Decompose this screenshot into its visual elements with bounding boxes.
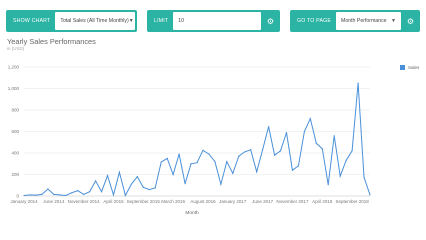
sales-data-point xyxy=(112,194,115,196)
sales-data-point xyxy=(279,150,282,152)
x-tick-label: June 2017 xyxy=(252,199,274,204)
sales-data-point xyxy=(166,157,168,159)
sales-data-point xyxy=(53,193,55,195)
legend-label: Sales xyxy=(408,65,420,70)
sales-data-point xyxy=(339,175,341,177)
sales-data-point xyxy=(172,173,174,176)
sales-data-point xyxy=(297,165,300,167)
sales-series-line xyxy=(23,83,371,197)
sales-data-point xyxy=(315,142,317,144)
sales-data-point xyxy=(256,171,258,173)
sales-data-point xyxy=(136,176,138,178)
x-tick-label: January 2014 xyxy=(10,199,38,204)
y-tick-label: 1,200 xyxy=(8,65,20,70)
chart-legend[interactable]: Sales xyxy=(400,65,419,70)
x-tick-label: September 2015 xyxy=(127,199,161,204)
y-tick-label: 1,000 xyxy=(8,86,20,91)
sales-data-point xyxy=(23,194,25,197)
sales-data-point xyxy=(35,194,37,196)
sales-data-point xyxy=(29,194,31,196)
sales-data-point xyxy=(148,188,150,191)
sales-data-point xyxy=(65,194,67,197)
sales-data-point xyxy=(124,194,127,197)
sales-data-point xyxy=(47,188,49,190)
x-tick-label: November 2014 xyxy=(68,199,101,204)
y-tick-label: 800 xyxy=(11,108,19,113)
sales-data-point xyxy=(309,118,311,120)
sales-data-point xyxy=(333,135,335,137)
sales-data-point xyxy=(83,193,85,195)
sales-data-point xyxy=(106,174,109,177)
sales-data-point xyxy=(160,161,162,163)
sales-data-point xyxy=(363,176,365,178)
x-tick-label: August 2016 xyxy=(190,199,216,204)
sales-data-point xyxy=(89,191,91,193)
legend-swatch xyxy=(400,65,405,70)
sales-data-point xyxy=(100,191,103,193)
sales-data-point xyxy=(369,194,371,196)
x-tick-label: June 2014 xyxy=(43,199,65,204)
x-tick-label: March 2016 xyxy=(161,199,185,204)
sales-data-point xyxy=(130,183,132,185)
x-tick-label: September 2018 xyxy=(335,199,369,204)
x-tick-label: April 2015 xyxy=(103,199,124,204)
sales-data-point xyxy=(351,150,353,152)
sales-data-point xyxy=(77,190,79,192)
sales-data-point xyxy=(59,194,61,196)
sales-line-chart: 0 200 400 600 800 1,000 1,200 January 2014 June … xyxy=(8,65,371,216)
sales-data-point xyxy=(267,126,270,128)
sales-data-point xyxy=(154,187,156,189)
x-tick-label: April 2018 xyxy=(312,199,333,204)
y-tick-label: 0 xyxy=(16,194,19,199)
sales-data-point xyxy=(291,169,294,171)
sales-data-point xyxy=(220,183,222,185)
x-tick-label: November 2017 xyxy=(276,199,309,204)
sales-data-point xyxy=(118,171,121,173)
sales-data-point xyxy=(214,161,216,163)
sales-data-point xyxy=(321,148,323,150)
y-tick-label: 400 xyxy=(11,151,19,156)
sales-data-point xyxy=(41,193,43,195)
sales-data-point xyxy=(226,161,228,163)
sales-data-point xyxy=(345,159,347,162)
sales-data-point xyxy=(244,151,246,153)
sales-data-point xyxy=(71,192,73,194)
sales-data-point xyxy=(184,183,186,185)
x-tick-label: January 2017 xyxy=(219,199,247,204)
x-axis-title: Month xyxy=(185,210,199,216)
sales-data-point xyxy=(238,155,240,157)
sales-data-point xyxy=(232,172,234,175)
sales-data-point xyxy=(262,149,264,151)
sales-data-point xyxy=(285,131,288,134)
sales-data-point xyxy=(273,154,276,156)
sales-data-point xyxy=(303,130,305,133)
sales-data-point xyxy=(202,149,204,151)
sales-data-point xyxy=(250,149,252,151)
sales-data-point xyxy=(327,184,329,186)
sales-data-point xyxy=(190,163,192,165)
sales-data-point xyxy=(208,153,210,155)
sales-data-point xyxy=(178,153,180,155)
y-tick-label: 200 xyxy=(11,172,19,177)
sales-data-point xyxy=(94,180,97,182)
sales-data-point xyxy=(196,162,198,164)
sales-data-point xyxy=(142,186,144,188)
y-tick-label: 600 xyxy=(11,129,19,134)
sales-data-point xyxy=(357,82,359,84)
